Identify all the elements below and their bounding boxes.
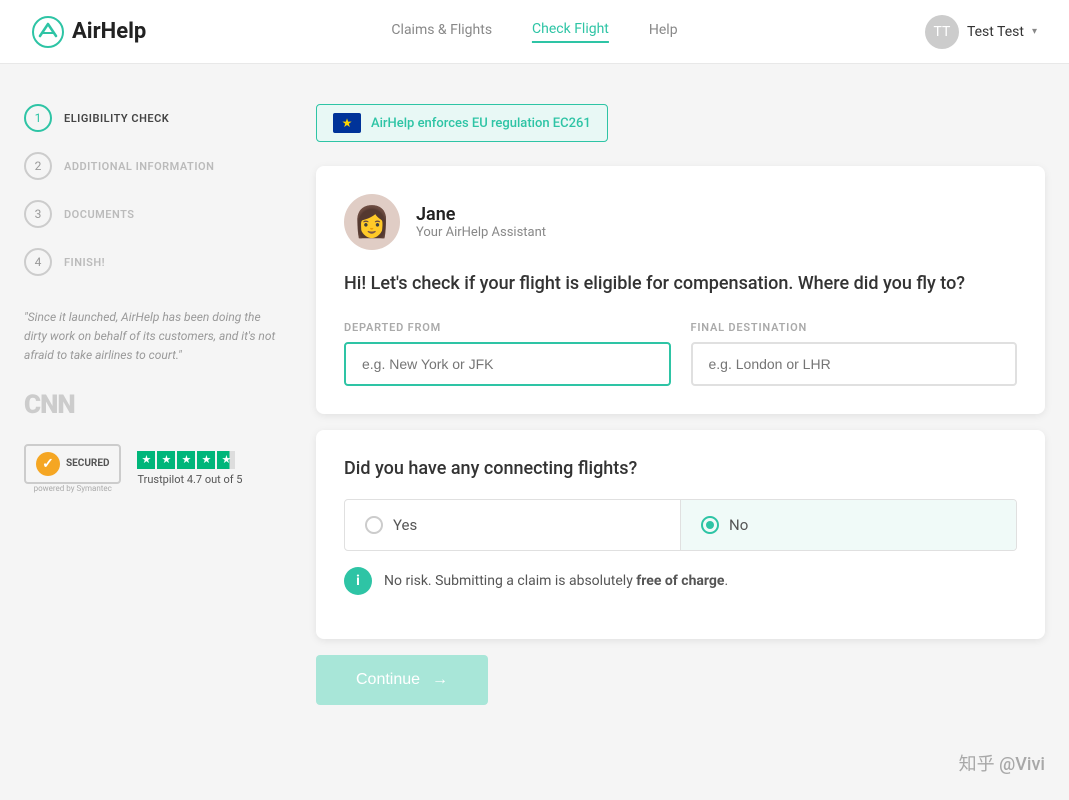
step-circle-4: 4 — [24, 248, 52, 276]
main-layout: 1 ELIGIBILITY CHECK 2 ADDITIONAL INFORMA… — [0, 64, 1069, 745]
sidebar: 1 ELIGIBILITY CHECK 2 ADDITIONAL INFORMA… — [24, 104, 284, 705]
trust-badges: ✓ SECURED powered by Symantec ★ ★ ★ ★ ★ … — [24, 444, 284, 493]
star-5: ★ — [217, 451, 235, 469]
departed-label: DEPARTED FROM — [344, 321, 671, 334]
avatar: TT — [925, 15, 959, 49]
logo-text: AirHelp — [72, 19, 146, 44]
step-label-3: DOCUMENTS — [64, 208, 135, 221]
connecting-radio-group: Yes No — [344, 499, 1017, 551]
continue-arrow-icon: → — [432, 671, 448, 689]
step-label-2: ADDITIONAL INFORMATION — [64, 160, 214, 173]
radio-dot — [706, 521, 714, 529]
destination-label: FINAL DESTINATION — [691, 321, 1018, 334]
step-item-4: 4 FINISH! — [24, 248, 284, 276]
step-item-1: 1 ELIGIBILITY CHECK — [24, 104, 284, 132]
radio-yes-circle — [365, 516, 383, 534]
flight-form-card: 👩 Jane Your AirHelp Assistant Hi! Let's … — [316, 166, 1045, 414]
nav-help[interactable]: Help — [649, 22, 678, 42]
eu-banner-text: AirHelp enforces EU regulation EC261 — [371, 116, 591, 131]
radio-no-label: No — [729, 516, 748, 534]
assistant-name: Jane — [416, 204, 546, 225]
watermark: 知乎 @Vivi — [959, 750, 1045, 776]
airhelp-logo-icon — [32, 16, 64, 48]
sidebar-quote: "Since it launched, AirHelp has been doi… — [24, 308, 284, 366]
assistant-avatar: 👩 — [344, 194, 400, 250]
step-item-3: 3 DOCUMENTS — [24, 200, 284, 228]
norton-box: ✓ SECURED — [24, 444, 121, 484]
user-name: Test Test — [967, 24, 1024, 40]
trustpilot-stars: ★ ★ ★ ★ ★ — [137, 451, 242, 469]
radio-yes-label: Yes — [393, 516, 417, 534]
info-notice: i No risk. Submitting a claim is absolut… — [344, 551, 1017, 611]
step-item-2: 2 ADDITIONAL INFORMATION — [24, 152, 284, 180]
logo[interactable]: AirHelp — [32, 16, 146, 48]
norton-checkmark-icon: ✓ — [36, 452, 60, 476]
eu-flag-icon: ★ — [333, 113, 361, 133]
trustpilot-block: ★ ★ ★ ★ ★ Trustpilot 4.7 out of 5 — [137, 451, 242, 486]
chevron-down-icon: ▾ — [1032, 26, 1037, 37]
cnn-logo: CNN — [24, 390, 284, 420]
star-2: ★ — [157, 451, 175, 469]
nav-check-flight[interactable]: Check Flight — [532, 21, 609, 43]
destination-field-group: FINAL DESTINATION — [691, 321, 1018, 386]
fields-row: DEPARTED FROM FINAL DESTINATION — [344, 321, 1017, 386]
connecting-flights-card: Did you have any connecting flights? Yes… — [316, 430, 1045, 639]
step-list: 1 ELIGIBILITY CHECK 2 ADDITIONAL INFORMA… — [24, 104, 284, 276]
star-4: ★ — [197, 451, 215, 469]
departed-from-input[interactable] — [344, 342, 671, 386]
info-text: No risk. Submitting a claim is absolutel… — [384, 573, 728, 589]
step-label-1: ELIGIBILITY CHECK — [64, 112, 169, 125]
main-content: ★ AirHelp enforces EU regulation EC261 👩… — [316, 104, 1045, 705]
continue-label: Continue — [356, 671, 420, 689]
continue-button[interactable]: Continue → — [316, 655, 488, 705]
header: AirHelp Claims & Flights Check Flight He… — [0, 0, 1069, 64]
star-1: ★ — [137, 451, 155, 469]
departed-field-group: DEPARTED FROM — [344, 321, 671, 386]
step-label-4: FINISH! — [64, 256, 105, 269]
step-circle-1: 1 — [24, 104, 52, 132]
radio-no-circle — [701, 516, 719, 534]
norton-badge: ✓ SECURED powered by Symantec — [24, 444, 121, 493]
info-icon: i — [344, 567, 372, 595]
assistant-header: 👩 Jane Your AirHelp Assistant — [344, 194, 1017, 250]
connecting-flights-title: Did you have any connecting flights? — [344, 458, 1017, 479]
main-nav: Claims & Flights Check Flight Help — [391, 21, 677, 43]
radio-yes[interactable]: Yes — [345, 500, 681, 550]
cnn-text: CNN — [24, 390, 75, 420]
nav-claims[interactable]: Claims & Flights — [391, 22, 492, 42]
user-menu[interactable]: TT Test Test ▾ — [925, 15, 1037, 49]
step-circle-3: 3 — [24, 200, 52, 228]
assistant-title: Your AirHelp Assistant — [416, 225, 546, 240]
norton-powered-text: powered by Symantec — [34, 484, 112, 493]
question-text: Hi! Let's check if your flight is eligib… — [344, 270, 1017, 297]
radio-no[interactable]: No — [681, 500, 1016, 550]
step-circle-2: 2 — [24, 152, 52, 180]
star-3: ★ — [177, 451, 195, 469]
eu-banner: ★ AirHelp enforces EU regulation EC261 — [316, 104, 608, 142]
final-destination-input[interactable] — [691, 342, 1018, 386]
norton-secured-text: SECURED — [66, 458, 109, 470]
trustpilot-label: Trustpilot 4.7 out of 5 — [137, 473, 242, 486]
